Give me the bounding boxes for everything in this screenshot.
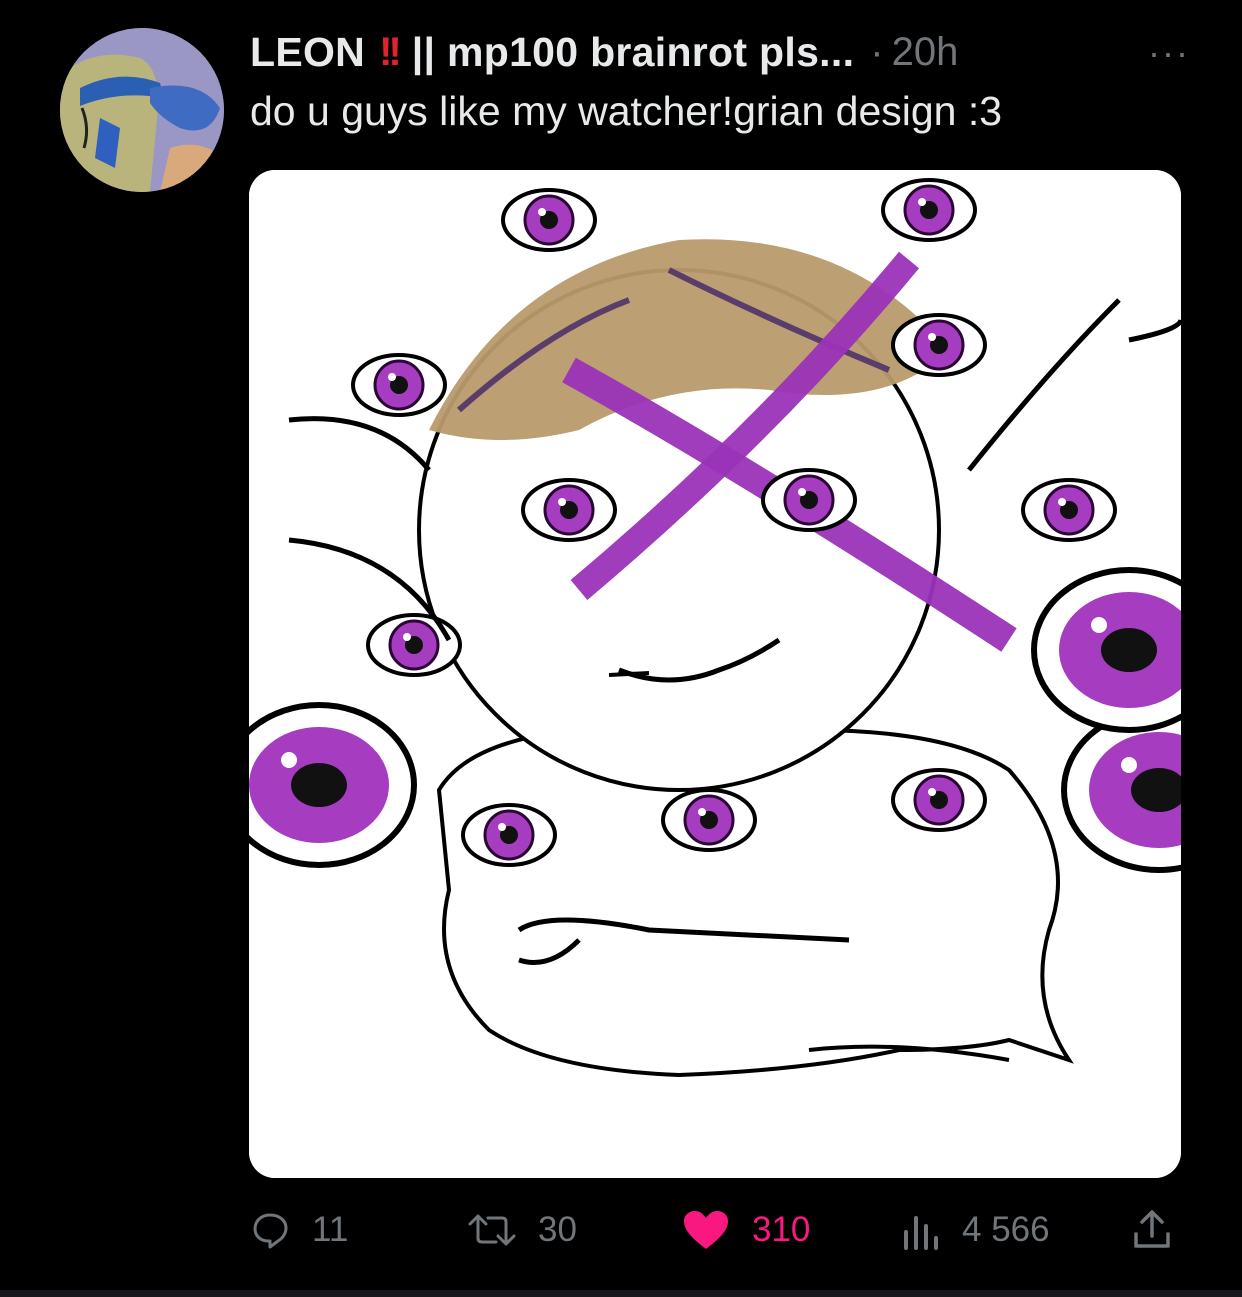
reply-icon (250, 1210, 290, 1250)
avatar[interactable] (60, 28, 224, 192)
display-name-suffix[interactable]: || mp100 brainrot pls... (412, 29, 855, 76)
reply-count: 11 (312, 1210, 349, 1249)
divider (0, 1290, 1242, 1297)
display-name[interactable]: LEON (250, 29, 365, 76)
tweet-text: do u guys like my watcher!grian design :… (250, 88, 1003, 134)
share-icon (1130, 1208, 1174, 1252)
like-count: 310 (752, 1210, 811, 1249)
double-exclamation-emoji: !! (379, 29, 402, 74)
like-button[interactable]: 310 (682, 1200, 810, 1260)
timestamp[interactable]: 20h (892, 30, 959, 75)
action-bar: 11 30 310 4 566 (250, 1200, 1180, 1260)
more-icon[interactable]: ··· (1148, 32, 1190, 74)
views-icon (900, 1210, 940, 1250)
tweet-header: LEON !! || mp100 brainrot pls... · 20h ·… (250, 24, 1190, 80)
heart-icon (682, 1209, 730, 1251)
tweet-image[interactable] (249, 170, 1181, 1178)
separator: · (870, 29, 884, 74)
retweet-icon (468, 1210, 516, 1250)
views-button[interactable]: 4 566 (900, 1200, 1050, 1260)
views-count: 4 566 (962, 1210, 1050, 1249)
retweet-count: 30 (538, 1210, 577, 1249)
tweet[interactable]: LEON !! || mp100 brainrot pls... · 20h ·… (0, 0, 1242, 1297)
share-button[interactable] (1130, 1200, 1174, 1260)
retweet-button[interactable]: 30 (468, 1200, 577, 1260)
reply-button[interactable]: 11 (250, 1200, 348, 1260)
